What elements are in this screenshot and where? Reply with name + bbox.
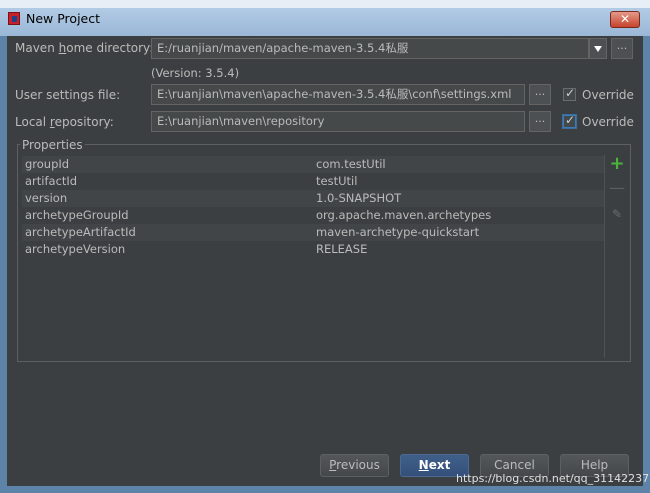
edit-icon[interactable]: ✎ xyxy=(609,206,625,222)
properties-toolbar: + — ✎ xyxy=(604,155,627,358)
table-row[interactable]: archetypeArtifactId maven-archetype-quic… xyxy=(22,224,604,241)
property-key: archetypeArtifactId xyxy=(25,225,136,239)
properties-title: Properties xyxy=(20,138,85,152)
maven-home-combo[interactable]: E:/ruanjian/maven/apache-maven-3.5.4私服 xyxy=(151,38,589,59)
close-button[interactable]: ✕ xyxy=(610,11,640,28)
user-settings-label: User settings file: xyxy=(15,88,121,102)
local-repository-field[interactable]: E:\ruanjian\maven\repository xyxy=(151,111,525,132)
watermark-text: https://blog.csdn.net/qq_31142237 xyxy=(456,472,650,485)
local-repository-override-checkbox[interactable] xyxy=(563,113,576,128)
property-value: maven-archetype-quickstart xyxy=(316,225,480,239)
dialog-content: Maven home directory: E:/ruanjian/maven/… xyxy=(7,36,643,486)
local-repository-browse-button[interactable]: ... xyxy=(529,111,551,132)
title-bar[interactable]: New Project ✕ xyxy=(0,0,650,36)
property-value: RELEASE xyxy=(316,242,368,256)
dialog-window: New Project ✕ Maven home directory: E:/r… xyxy=(0,0,650,493)
user-settings-field[interactable]: E:\ruanjian\maven\apache-maven-3.5.4私服\c… xyxy=(151,84,525,105)
maven-home-browse-button[interactable]: ... xyxy=(611,38,633,59)
properties-table[interactable]: groupId com.testUtil artifactId testUtil… xyxy=(21,155,604,358)
table-row[interactable]: archetypeGroupId org.apache.maven.archet… xyxy=(22,207,604,224)
previous-button[interactable]: Previous xyxy=(320,454,389,477)
property-value: com.testUtil xyxy=(316,157,386,171)
remove-icon[interactable]: — xyxy=(609,180,625,196)
property-key: archetypeGroupId xyxy=(25,208,129,222)
window-title: New Project xyxy=(26,11,101,26)
user-settings-override-checkbox[interactable] xyxy=(563,86,576,101)
table-row[interactable]: archetypeVersion RELEASE xyxy=(22,241,604,258)
add-icon[interactable]: + xyxy=(609,155,625,173)
local-repository-label: Local repository: xyxy=(15,115,114,129)
property-key: version xyxy=(25,191,68,205)
table-row[interactable]: groupId com.testUtil xyxy=(22,156,604,173)
intellij-app-icon xyxy=(8,12,20,25)
title-bar-strip xyxy=(0,0,650,8)
table-row[interactable]: artifactId testUtil xyxy=(22,173,604,190)
property-value: org.apache.maven.archetypes xyxy=(316,208,492,222)
property-key: artifactId xyxy=(25,174,78,188)
table-row[interactable]: version 1.0-SNAPSHOT xyxy=(22,190,604,207)
property-value: 1.0-SNAPSHOT xyxy=(316,191,402,205)
local-repository-override-label: Override xyxy=(582,115,634,129)
property-key: groupId xyxy=(25,157,70,171)
user-settings-override-label: Override xyxy=(582,88,634,102)
maven-home-label: Maven home directory: xyxy=(15,41,154,55)
maven-version-text: (Version: 3.5.4) xyxy=(151,66,240,80)
property-value: testUtil xyxy=(316,174,358,188)
property-key: archetypeVersion xyxy=(25,242,126,256)
chevron-down-icon[interactable] xyxy=(589,38,607,59)
user-settings-browse-button[interactable]: ... xyxy=(529,84,551,105)
